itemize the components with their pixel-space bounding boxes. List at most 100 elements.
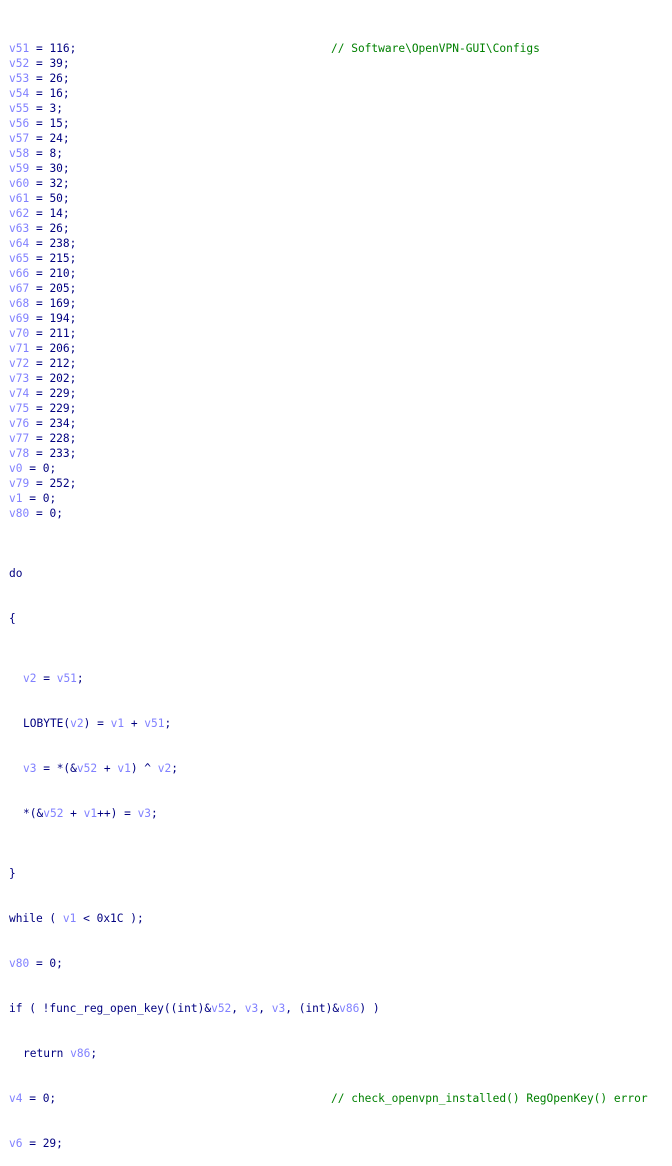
variable-name[interactable]: v51	[9, 42, 29, 55]
code-line-assignment[interactable]: v67 = 205;	[9, 281, 380, 296]
variable-name[interactable]: v65	[9, 252, 29, 265]
assigned-value: 238	[49, 237, 70, 250]
close-brace: }	[9, 867, 16, 880]
code-line-assignment[interactable]: v64 = 238;	[9, 236, 380, 251]
code-line-loop-body-3[interactable]: v3 = *(&v52 + v1) ^ v2;	[9, 761, 380, 776]
code-line-open-brace[interactable]: {	[9, 611, 380, 626]
code-line-assignment[interactable]: v70 = 211;	[9, 326, 380, 341]
code-line-assignment[interactable]: v75 = 229;	[9, 401, 380, 416]
assigned-value: 205	[49, 282, 70, 295]
assigned-value: 24	[49, 132, 63, 145]
assigned-value: 26	[49, 222, 63, 235]
code-line-assignment[interactable]: v53 = 26;	[9, 71, 380, 86]
code-line-assignment[interactable]: v74 = 229;	[9, 386, 380, 401]
assigned-value: 16	[49, 87, 63, 100]
code-line-loop-body-4[interactable]: *(&v52 + v1++) = v3;	[9, 806, 380, 821]
variable-name[interactable]: v69	[9, 312, 29, 325]
variable-name[interactable]: v61	[9, 192, 29, 205]
variable-name[interactable]: v74	[9, 387, 29, 400]
assigned-value: 206	[49, 342, 70, 355]
assigned-value: 211	[49, 327, 70, 340]
variable-name[interactable]: v76	[9, 417, 29, 430]
variable-name[interactable]: v66	[9, 267, 29, 280]
code-line-assignment[interactable]: v60 = 32;	[9, 176, 380, 191]
code-line-assignment[interactable]: v76 = 234;	[9, 416, 380, 431]
variable-name[interactable]: v67	[9, 282, 29, 295]
variable-name[interactable]: v77	[9, 432, 29, 445]
code-line-return[interactable]: return v86;	[9, 1046, 380, 1061]
variable-name[interactable]: v52	[9, 57, 29, 70]
code-line-assignment[interactable]: v57 = 24;	[9, 131, 380, 146]
code-line-assignment[interactable]: v78 = 233;	[9, 446, 380, 461]
code-line-assignment[interactable]: v77 = 228;	[9, 431, 380, 446]
code-line-v80-reset[interactable]: v80 = 0;	[9, 956, 380, 971]
code-line-assignment[interactable]: v58 = 8;	[9, 146, 380, 161]
assigned-value: 8	[49, 147, 57, 160]
code-line-assignment[interactable]: v63 = 26;	[9, 221, 380, 236]
variable-name[interactable]: v78	[9, 447, 29, 460]
variable-name[interactable]: v75	[9, 402, 29, 415]
variable-name[interactable]: v73	[9, 372, 29, 385]
assigned-value: 228	[49, 432, 70, 445]
variable-name[interactable]: v60	[9, 177, 29, 190]
open-brace: {	[9, 612, 16, 625]
code-line-assignment[interactable]: v56 = 15;	[9, 116, 380, 131]
code-line-assignment[interactable]: v80 = 0;	[9, 506, 380, 521]
variable-name[interactable]: v1	[9, 492, 22, 505]
pseudocode-view[interactable]: v51 = 116;// Software\OpenVPN-GUI\Config…	[9, 11, 648, 1166]
assigned-value: 215	[49, 252, 70, 265]
variable-name[interactable]: v58	[9, 147, 29, 160]
variable-name[interactable]: v56	[9, 117, 29, 130]
code-line-assignment[interactable]: v61 = 50;	[9, 191, 380, 206]
code-line-do[interactable]: do	[9, 566, 380, 581]
variable-name[interactable]: v70	[9, 327, 29, 340]
assigned-value: 14	[49, 207, 63, 220]
code-line-assignment[interactable]: v71 = 206;	[9, 341, 380, 356]
variable-name[interactable]: v55	[9, 102, 29, 115]
variable-name[interactable]: v64	[9, 237, 29, 250]
assigned-value: 234	[49, 417, 70, 430]
code-line-v6[interactable]: v6 = 29;	[9, 1136, 380, 1151]
variable-name[interactable]: v63	[9, 222, 29, 235]
code-line-assignment[interactable]: v79 = 252;	[9, 476, 380, 491]
code-line-assignment[interactable]: v68 = 169;	[9, 296, 380, 311]
code-line-assignment[interactable]: v65 = 215;	[9, 251, 380, 266]
code-line-loop-body-2[interactable]: LOBYTE(v2) = v1 + v51;	[9, 716, 380, 731]
code-line-assignment[interactable]: v72 = 212;	[9, 356, 380, 371]
code-line-close-brace[interactable]: }	[9, 866, 380, 881]
variable-name[interactable]: v71	[9, 342, 29, 355]
assigned-value: 39	[49, 57, 63, 70]
code-line-v4[interactable]: v4 = 0;// check_openvpn_installed() RegO…	[9, 1091, 648, 1106]
assigned-value: 212	[49, 357, 70, 370]
code-line-while[interactable]: while ( v1 < 0x1C );	[9, 911, 380, 926]
assigned-value: 3	[49, 102, 57, 115]
code-line-if-reg-open[interactable]: if ( !func_reg_open_key((int)&v52, v3, v…	[9, 1001, 380, 1016]
assigned-value: 50	[49, 192, 63, 205]
variable-name[interactable]: v59	[9, 162, 29, 175]
assigned-value: 229	[49, 387, 70, 400]
variable-name[interactable]: v68	[9, 297, 29, 310]
variable-name[interactable]: v53	[9, 72, 29, 85]
variable-name[interactable]: v80	[9, 507, 29, 520]
variable-name[interactable]: v57	[9, 132, 29, 145]
keyword-do: do	[9, 567, 23, 580]
variable-name[interactable]: v0	[9, 462, 22, 475]
code-line-assignment[interactable]: v66 = 210;	[9, 266, 380, 281]
code-line-assignment[interactable]: v55 = 3;	[9, 101, 380, 116]
code-line-assignment[interactable]: v62 = 14;	[9, 206, 380, 221]
code-line-assignment[interactable]: v0 = 0;	[9, 461, 380, 476]
code-line-assignment[interactable]: v73 = 202;	[9, 371, 380, 386]
code-line-assignment[interactable]: v54 = 16;	[9, 86, 380, 101]
code-line-assignment[interactable]: v52 = 39;	[9, 56, 380, 71]
variable-name[interactable]: v54	[9, 87, 29, 100]
code-line-assignment[interactable]: v59 = 30;	[9, 161, 380, 176]
assigned-value: 116	[49, 42, 70, 55]
variable-name[interactable]: v72	[9, 357, 29, 370]
variable-name[interactable]: v62	[9, 207, 29, 220]
assigned-value: 202	[49, 372, 70, 385]
variable-name[interactable]: v79	[9, 477, 29, 490]
code-line-assignment[interactable]: v51 = 116;// Software\OpenVPN-GUI\Config…	[9, 41, 540, 56]
code-line-assignment[interactable]: v1 = 0;	[9, 491, 380, 506]
code-line-assignment[interactable]: v69 = 194;	[9, 311, 380, 326]
assigned-value: 0	[42, 462, 50, 475]
